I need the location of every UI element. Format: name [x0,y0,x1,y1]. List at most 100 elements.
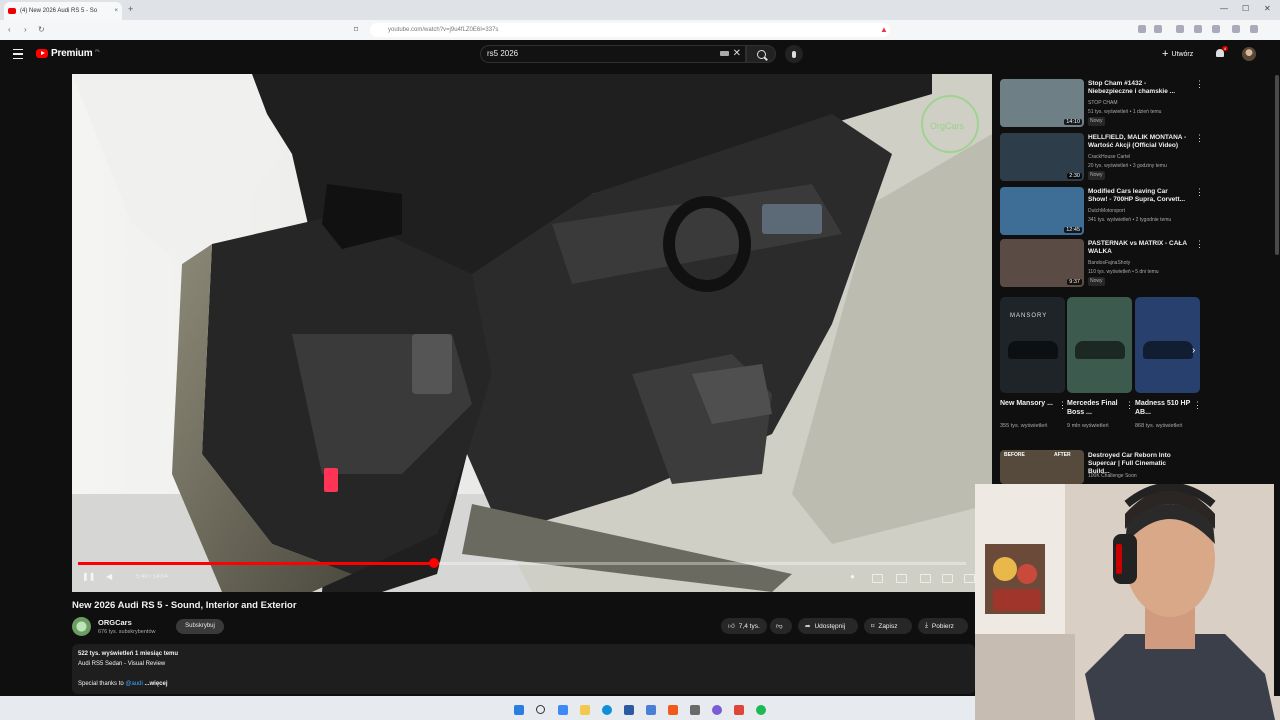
extension-icon[interactable] [1212,25,1220,33]
app-icon[interactable] [646,705,656,715]
file-explorer-icon[interactable] [580,705,590,715]
description-box[interactable]: 522 tys. wyświetleń 1 miesiąc temu Audi … [72,644,975,694]
fullscreen-icon[interactable] [964,574,975,583]
channel-subscribers: 676 tys. subskrybentów [98,629,156,635]
close-window-button[interactable]: ✕ [1264,4,1271,13]
recommendation-title[interactable]: Modified Cars leaving Car Show! - 700HP … [1088,188,1188,204]
create-button[interactable]: + Utwórz [1162,48,1193,60]
video-thumbnail[interactable]: 9:37 [1000,239,1084,287]
time-display: 5:40 / 14:04 [136,574,168,580]
new-tab-button[interactable]: + [128,4,133,14]
extension-icon[interactable] [1138,25,1146,33]
subtitles-icon[interactable] [896,574,907,583]
clear-search-icon[interactable]: ✕ [733,46,741,62]
video-thumbnail[interactable]: 2:30 [1000,133,1084,181]
more-options-icon[interactable]: ⋮ [1195,79,1204,90]
youtube-logo[interactable]: Premium PL [36,48,100,59]
download-icon[interactable] [1176,25,1184,33]
more-options-icon[interactable]: ⋮ [1193,400,1202,411]
dislike-button[interactable]: 👎︎ [770,618,792,634]
short-thumbnail[interactable] [1067,297,1132,393]
thumbs-down-icon: 👎︎ [776,623,783,630]
recommendation-meta: 20 tys. wyświetleń • 3 godziny temu [1088,163,1167,169]
short-thumbnail[interactable] [1135,297,1200,393]
pause-icon[interactable]: ❚❚ [82,572,95,581]
streamer-camera-image [975,484,1280,720]
next-arrow-icon[interactable]: › [1192,345,1195,356]
new-badge: Nowy [1088,171,1105,180]
miniplayer-icon[interactable] [920,574,931,583]
discord-icon[interactable] [712,705,722,715]
search-icon[interactable] [536,705,545,714]
autoplay-toggle-icon[interactable]: ● [850,572,855,581]
tab-close-icon[interactable]: × [114,8,118,14]
subscribe-button[interactable]: Subskrybuj [176,619,224,634]
browser-tab[interactable]: (4) New 2026 Audi RS 5 - So × [4,2,122,20]
voice-search-button[interactable] [785,45,803,63]
short-views: 9 mln wyświetleń [1067,423,1109,429]
recommendation-meta: 51 tys. wyświetleń • 1 dzień temu [1088,109,1162,115]
recommendation-meta: 341 tys. wyświetleń • 2 tygodnie temu [1088,217,1172,223]
volume-icon[interactable]: ◀ [106,572,112,581]
video-thumbnail[interactable]: BEFORE AFTER [1000,450,1084,484]
download-button[interactable]: ⤓ Pobierz [918,618,968,634]
channel-avatar[interactable] [72,617,91,636]
edge-icon[interactable] [602,705,612,715]
app-icon[interactable] [734,705,744,715]
store-icon[interactable] [624,705,634,715]
save-button[interactable]: ⌑ Zapisz [864,618,912,634]
maximize-button[interactable]: ☐ [1242,4,1249,13]
channel-name[interactable]: ORGCars [98,618,132,627]
back-icon[interactable]: ‹ [8,25,11,34]
video-thumbnail[interactable]: 12:45 [1000,187,1084,235]
search-button[interactable] [746,45,776,63]
extension-icon[interactable] [1194,25,1202,33]
start-icon[interactable] [514,705,524,715]
reload-icon[interactable]: ↻ [38,25,45,34]
recommendation-channel: CrackHouse Cartel [1088,154,1131,160]
spotify-icon[interactable] [756,705,766,715]
hamburger-menu-icon[interactable] [13,49,23,59]
cast-icon[interactable] [942,574,953,583]
video-player[interactable]: OrgCars ❚❚ ◀ 5:40 / 14:04 ● [72,74,992,592]
settings-icon[interactable] [872,574,883,583]
video-thumbnail[interactable]: 14:10 [1000,79,1084,127]
short-title[interactable]: New Mansory ... [1000,399,1056,408]
progress-fill [78,562,435,565]
search-input[interactable]: rs5 2026 ✕ [480,45,746,63]
keyboard-icon[interactable] [720,51,729,56]
forward-icon[interactable]: › [24,25,27,34]
mention-link[interactable]: @audi [125,681,142,687]
recommendation-title[interactable]: PASTERNAK vs MATRIX - CAŁA WALKA [1088,240,1188,256]
more-options-icon[interactable]: ⋮ [1195,187,1204,198]
app-icon[interactable] [690,705,700,715]
account-avatar[interactable] [1242,47,1256,61]
show-more-link[interactable]: ...więcej [143,681,167,687]
more-options-icon[interactable]: ⋮ [1058,400,1067,411]
recommendation-meta: 110 tys. wyświetleń • 5 dni temu [1088,269,1159,275]
bookmark-icon[interactable]: ⌑ [354,25,358,34]
brave-icon[interactable] [668,705,678,715]
minimize-button[interactable]: — [1220,4,1228,13]
short-title[interactable]: Mercedes Final Boss ... [1067,399,1123,417]
more-options-icon[interactable]: ⋮ [1195,239,1204,250]
menu-icon[interactable] [1250,25,1258,33]
extension-icon[interactable] [1232,25,1240,33]
copilot-icon[interactable] [558,705,568,715]
page-scrollbar[interactable] [1274,70,1280,696]
progress-bar[interactable] [78,558,966,568]
extension-icon[interactable] [1154,25,1162,33]
short-title[interactable]: Madness 510 HP AB... [1135,399,1191,417]
short-thumbnail[interactable]: MANSORY [1000,297,1065,393]
brave-shield-icon[interactable]: ▲ [880,25,888,34]
recommendation-title[interactable]: Stop Cham #1432 - Niebezpieczne i chamsk… [1088,80,1188,96]
share-button[interactable]: ➦ Udostępnij [798,618,858,634]
more-options-icon[interactable]: ⋮ [1125,400,1134,411]
short-views: 868 tys. wyświetleń [1135,423,1183,429]
like-button[interactable]: 👍︎ 7,4 tys. [721,618,767,634]
more-options-icon[interactable]: ⋮ [1195,133,1204,144]
recommendation-title[interactable]: HELLFIELD, MALIK MONTANA - Wartość Akcji… [1088,134,1188,150]
search-value: rs5 2026 [487,49,519,58]
scrollbar-thumb[interactable] [1275,75,1279,255]
url-field[interactable]: youtube.com/watch?v=j9u4fLZ0E6I=337s [370,23,890,37]
